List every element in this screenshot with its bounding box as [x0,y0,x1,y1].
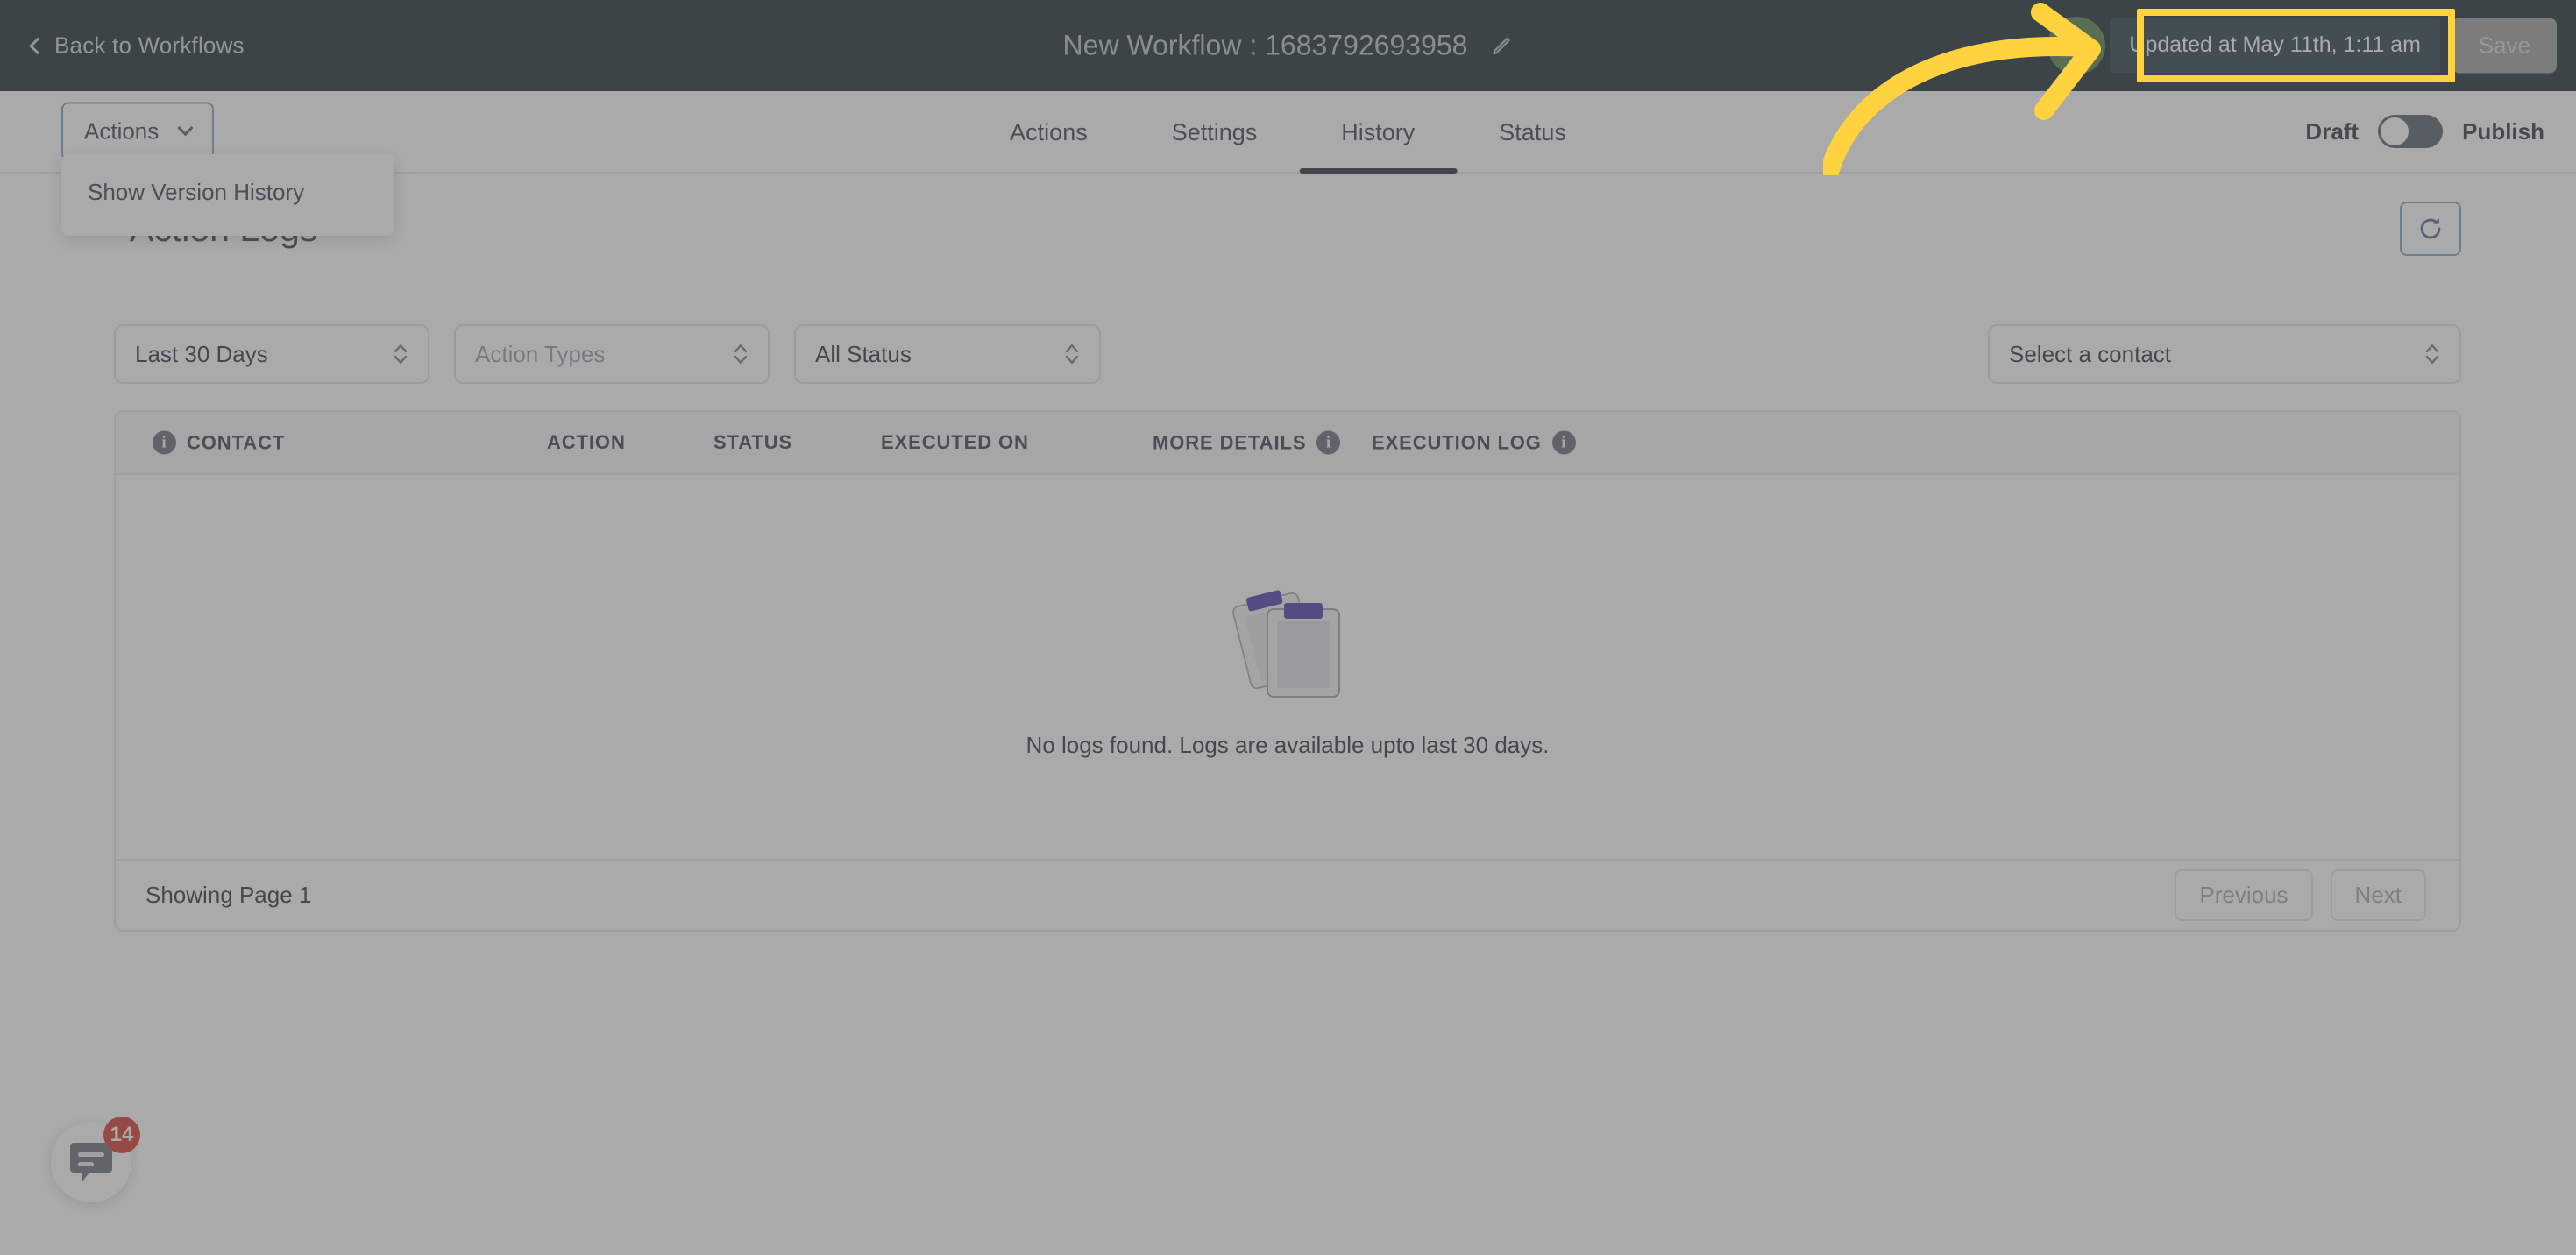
contact-value: Select a contact [2009,340,2171,367]
actions-dropdown-button[interactable]: Actions [61,102,215,161]
chat-unread-badge: 14 [103,1117,140,1153]
status-select[interactable]: All Status [794,324,1101,384]
contact-select[interactable]: Select a contact [1988,324,2461,384]
action-logs-table: i CONTACT ACTION STATUS EXECUTED ON MORE… [114,410,2461,932]
column-header-executed-on: EXECUTED ON [881,431,1029,454]
table-footer: Showing Page 1 Previous Next [116,859,2459,930]
column-header-status: STATUS [713,431,792,454]
tab-status-label: Status [1499,118,1566,145]
tab-actions[interactable]: Actions [968,91,1130,174]
table-header-row: i CONTACT ACTION STATUS EXECUTED ON MORE… [116,412,2459,475]
date-range-select[interactable]: Last 30 Days [114,324,429,384]
chevron-updown-icon [394,344,408,364]
actions-dropdown-menu: Show Version History [61,154,394,236]
info-icon[interactable]: i [1316,430,1341,455]
chevron-updown-icon [2425,344,2439,364]
action-types-value: Action Types [475,340,606,367]
tab-bar: Actions Settings History Status [968,91,1608,174]
toggle-knob [2381,117,2409,145]
app-root: Back to Workflows New Workflow : 1683792… [0,0,2576,1255]
top-header-bar: Back to Workflows New Workflow : 1683792… [0,0,2576,91]
column-header-more-details-label: MORE DETAILS [1153,431,1307,453]
info-icon[interactable]: i [1551,430,1576,455]
tab-settings-label: Settings [1171,118,1258,145]
pagination-controls: Previous Next [2175,869,2426,921]
tab-actions-label: Actions [1010,118,1088,145]
column-header-execution-log: EXECUTION LOG i [1372,430,1576,455]
column-header-execution-log-label: EXECUTION LOG [1372,431,1542,453]
draft-publish-toggle-group: Draft Publish [2305,115,2544,148]
column-header-action: ACTION [547,431,626,454]
chevron-left-icon [29,37,46,54]
status-value: All Status [815,340,912,367]
page-content: Action Logs Last 30 Days Action Types [0,174,2576,1255]
refresh-button[interactable] [2400,202,2461,256]
tab-history-label: History [1341,118,1416,145]
chevron-updown-icon [1065,344,1079,364]
info-icon[interactable]: i [153,430,176,455]
page-title-workflow-name: New Workflow : 1683792693958 [1062,29,1468,61]
column-header-status-label: STATUS [713,431,793,453]
back-to-workflows-label: Back to Workflows [54,32,245,59]
column-header-contact: i CONTACT [153,430,286,455]
previous-page-button[interactable]: Previous [2175,869,2313,921]
date-range-value: Last 30 Days [135,340,268,367]
showing-page-label: Showing Page 1 [145,882,312,908]
avatar[interactable] [2047,17,2105,74]
action-types-select[interactable]: Action Types [454,324,770,384]
actions-dropdown-label: Actions [84,117,160,145]
filter-bar: Last 30 Days Action Types All Status Sel… [0,324,2576,386]
tab-history[interactable]: History [1299,91,1458,174]
next-page-button[interactable]: Next [2330,869,2426,921]
workflow-title-group: New Workflow : 1683792693958 [1063,30,1514,62]
table-empty-state: No logs found. Logs are available upto l… [116,475,2459,861]
clipboards-icon [1232,589,1340,698]
tab-settings[interactable]: Settings [1130,91,1300,174]
column-header-contact-label: CONTACT [187,431,286,453]
column-header-executed-on-label: EXECUTED ON [881,431,1029,453]
column-header-more-details: MORE DETAILS i [1153,430,1341,455]
back-to-workflows-link[interactable]: Back to Workflows [29,32,245,60]
tab-status[interactable]: Status [1457,91,1608,174]
draft-label: Draft [2305,117,2360,145]
chevron-down-icon [177,119,194,137]
refresh-icon [2420,217,2441,239]
chevron-updown-icon [734,344,748,364]
publish-label: Publish [2462,117,2544,145]
save-button[interactable]: Save [2452,18,2557,74]
chat-widget-button[interactable]: 14 [51,1117,140,1202]
menu-item-show-version-history[interactable]: Show Version History [61,167,394,218]
pencil-icon[interactable] [1490,34,1513,57]
empty-state-message: No logs found. Logs are available upto l… [1025,731,1550,758]
updated-at-status: Updated at May 11th, 1:11 am [2110,18,2440,73]
column-header-action-label: ACTION [547,431,626,453]
publish-toggle-switch[interactable] [2378,115,2444,148]
